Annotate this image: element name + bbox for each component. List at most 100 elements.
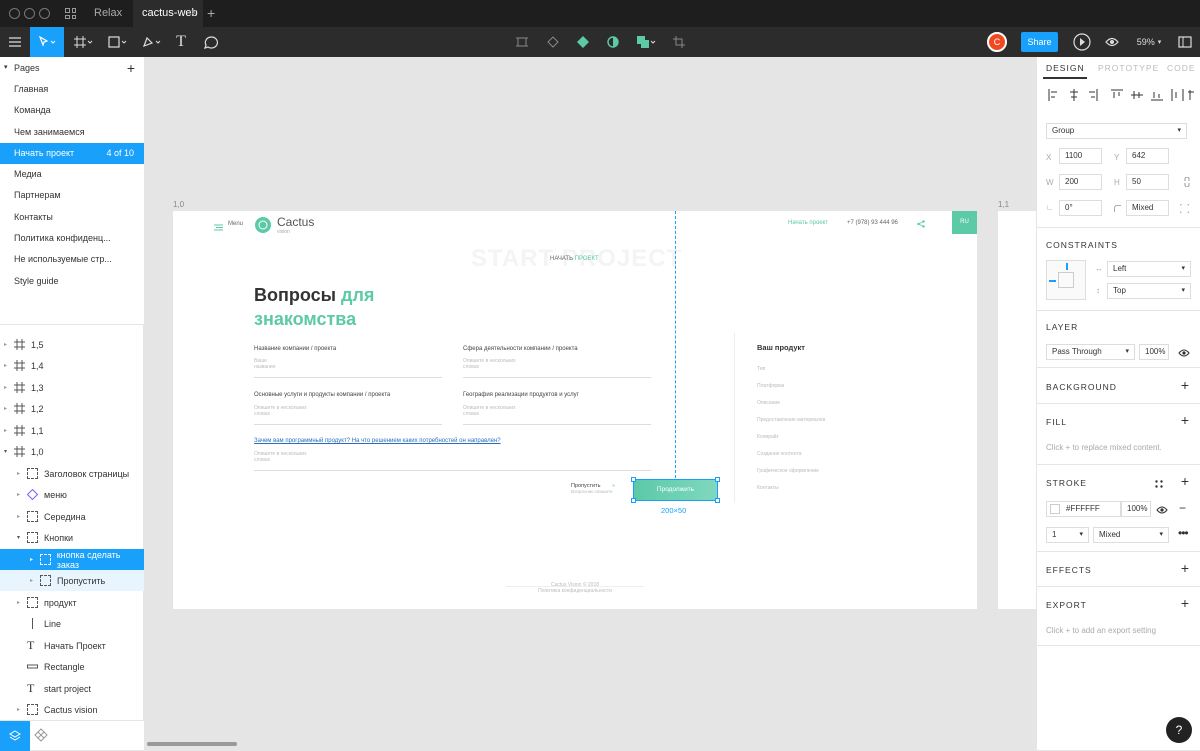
page-item[interactable]: Политика конфиденц... xyxy=(0,228,144,249)
layer-frame[interactable]: ▸ 1,5 xyxy=(0,334,144,355)
continue-button[interactable]: Продолжить xyxy=(634,480,717,500)
pages-header[interactable]: ▾ Pages + xyxy=(0,57,144,79)
mask-icon[interactable] xyxy=(544,27,562,57)
stroke-style-icon[interactable] xyxy=(1155,479,1163,491)
h-input[interactable]: 50 xyxy=(1126,174,1169,190)
start-project-link[interactable]: Начать проект xyxy=(788,220,828,226)
crop-icon[interactable] xyxy=(670,27,688,57)
add-export-icon[interactable]: + xyxy=(1181,595,1189,611)
align-icons[interactable] xyxy=(1047,88,1197,102)
layer-visibility-icon[interactable] xyxy=(1178,348,1190,360)
product-list-item[interactable]: Графическое оформление xyxy=(757,463,825,480)
language-button[interactable]: RU xyxy=(952,211,977,234)
grid-icon[interactable] xyxy=(65,8,76,19)
components-tab-icon[interactable] xyxy=(34,728,50,744)
blend-mode-select[interactable]: Pass Through ▾ xyxy=(1046,344,1135,360)
main-menu-icon[interactable] xyxy=(0,27,30,57)
add-stroke-icon[interactable]: + xyxy=(1181,473,1189,489)
y-input[interactable]: 642 xyxy=(1126,148,1169,164)
product-list-item[interactable]: Описание xyxy=(757,395,825,412)
stroke-color-swatch[interactable] xyxy=(1050,504,1060,514)
layers-tab-icon[interactable] xyxy=(0,721,30,751)
stroke-visibility-icon[interactable] xyxy=(1156,505,1168,517)
skip-button[interactable]: Пропустить » Вопросник опишите xyxy=(571,483,615,495)
layer-opacity-input[interactable]: 100% xyxy=(1139,344,1169,360)
resize-handle[interactable] xyxy=(631,498,636,503)
rotation-input[interactable]: 0° xyxy=(1059,200,1102,216)
page-item[interactable]: Style guide xyxy=(0,271,144,292)
page-item[interactable]: Команда xyxy=(0,100,144,121)
menu-label[interactable]: Menu xyxy=(228,221,243,227)
page-item-active[interactable]: Начать проект 4 of 10 xyxy=(0,142,144,165)
tab-code[interactable]: CODE xyxy=(1167,63,1196,73)
tab-home[interactable]: Relax xyxy=(86,0,131,27)
frame-label-right[interactable]: 1,1 xyxy=(998,200,1009,209)
product-list-item[interactable]: Платформа xyxy=(757,378,825,395)
component-icon[interactable] xyxy=(574,27,592,57)
shape-tool-button[interactable] xyxy=(104,27,132,57)
answer-field[interactable]: Опишите в нескольких словах xyxy=(254,405,442,425)
resize-handle[interactable] xyxy=(715,498,720,503)
add-effect-icon[interactable]: + xyxy=(1181,560,1189,576)
frame-tool-button[interactable] xyxy=(70,27,98,57)
product-list-item[interactable]: Создание контента xyxy=(757,446,825,463)
resize-handle[interactable] xyxy=(631,477,636,482)
help-button[interactable]: ? xyxy=(1166,717,1192,743)
layer-text[interactable]: Tstart project xyxy=(0,678,144,699)
layer-frame[interactable]: ▸ 1,4 xyxy=(0,355,144,376)
answer-field[interactable]: Ваше название xyxy=(254,358,442,378)
product-list-item[interactable]: Копирайт xyxy=(757,429,825,446)
page-item[interactable]: Не используемые стр... xyxy=(0,249,144,270)
close-tab-icon[interactable]: × xyxy=(191,0,197,27)
tab-file[interactable]: cactus-web × xyxy=(133,0,203,27)
layer-group[interactable]: ▸ Cactus vision xyxy=(0,699,144,720)
footer-privacy-link[interactable]: Политика конфиденциальности xyxy=(538,588,612,594)
move-tool-button[interactable] xyxy=(30,27,64,57)
corner-radius-input[interactable]: Mixed xyxy=(1126,200,1169,216)
continue-button-selection[interactable]: Продолжить xyxy=(631,477,720,503)
union-icon[interactable] xyxy=(634,27,660,57)
menu-icon[interactable] xyxy=(214,222,223,234)
share-button[interactable]: Share xyxy=(1021,32,1058,52)
layer-group[interactable]: ▸ Пропустить xyxy=(0,570,144,591)
canvas[interactable]: 1,0 1,1 Menu Cactus vision Начать проект… xyxy=(144,57,1036,750)
answer-field[interactable]: Опишите в нескольких словах xyxy=(463,358,651,378)
view-icon[interactable] xyxy=(1103,27,1121,57)
add-page-icon[interactable]: + xyxy=(127,57,135,79)
constraints-widget[interactable] xyxy=(1046,260,1086,300)
library-icon[interactable] xyxy=(1176,27,1194,57)
answer-field[interactable]: Опишите в нескольких словах xyxy=(463,405,651,425)
layer-rectangle[interactable]: Rectangle xyxy=(0,656,144,677)
page-item[interactable]: Чем занимаемся xyxy=(0,122,144,143)
collapse-pages-icon[interactable]: ▾ xyxy=(4,57,8,79)
minimize-window-button[interactable] xyxy=(24,8,35,19)
present-icon[interactable] xyxy=(1072,27,1092,57)
comment-tool-button[interactable] xyxy=(200,27,222,57)
avatar[interactable]: C xyxy=(985,27,1009,57)
layer-frame[interactable]: ▸ 1,1 xyxy=(0,420,144,441)
group-type-select[interactable]: Group ▾ xyxy=(1046,123,1187,139)
constrain-proportions-icon[interactable] xyxy=(1183,176,1191,190)
vertical-constraint-select[interactable]: Top ▾ xyxy=(1107,283,1191,299)
frame-label-left[interactable]: 1,0 xyxy=(173,200,184,209)
add-background-icon[interactable]: + xyxy=(1181,377,1189,393)
stroke-color-input[interactable]: #FFFFFF xyxy=(1046,501,1121,517)
layer-group-selected[interactable]: ▸ кнопка сделать заказ xyxy=(0,549,144,570)
new-tab-icon[interactable]: + xyxy=(207,6,215,20)
page-item[interactable]: Главная xyxy=(0,79,144,100)
maximize-window-button[interactable] xyxy=(39,8,50,19)
layer-frame[interactable]: ▸ 1,2 xyxy=(0,398,144,419)
page-item[interactable]: Партнерам xyxy=(0,185,144,206)
remove-stroke-icon[interactable]: − xyxy=(1179,502,1186,514)
tab-prototype[interactable]: PROTOTYPE xyxy=(1098,63,1159,73)
layer-group[interactable]: ▸ Заголовок страницы xyxy=(0,463,144,484)
layer-text[interactable]: T Начать Проект xyxy=(0,635,144,656)
stroke-width-input[interactable]: 1 ▾ xyxy=(1046,527,1089,543)
text-tool-button[interactable]: T xyxy=(170,27,192,57)
resize-handle[interactable] xyxy=(715,477,720,482)
pen-tool-button[interactable] xyxy=(138,27,166,57)
page-item[interactable]: Медиа xyxy=(0,164,144,185)
independent-corners-icon[interactable] xyxy=(1179,203,1190,216)
product-list-item[interactable]: Контакты xyxy=(757,480,825,497)
layer-frame[interactable]: ▸ 1,3 xyxy=(0,377,144,398)
